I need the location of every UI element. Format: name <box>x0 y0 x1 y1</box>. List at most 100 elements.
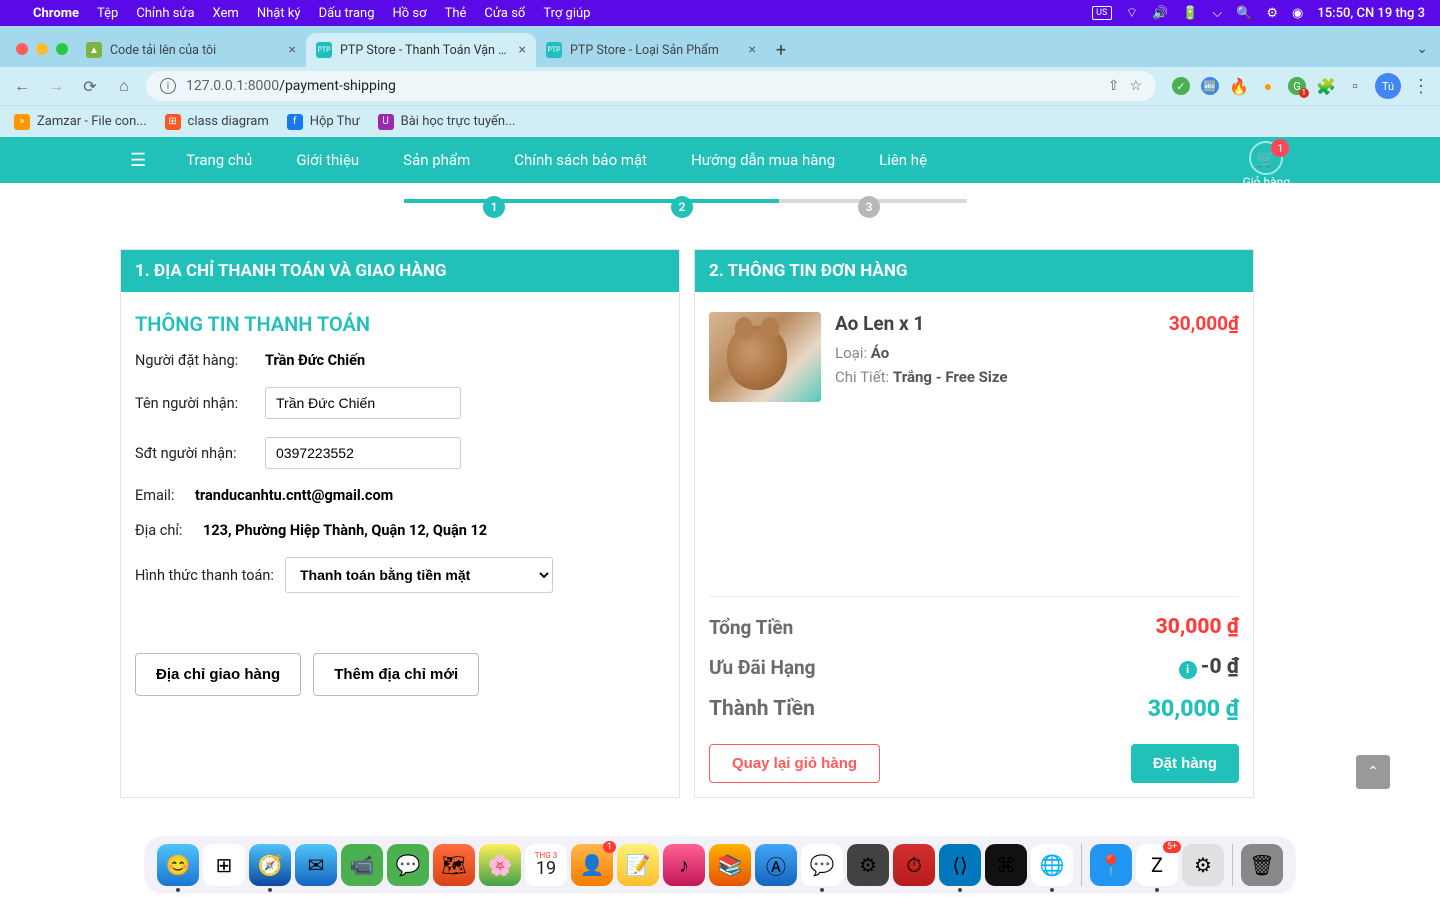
bookmark-star-icon[interactable]: ☆ <box>1129 78 1142 94</box>
menu-file[interactable]: Tệp <box>97 6 118 21</box>
nav-guide[interactable]: Hướng dẫn mua hàng <box>691 151 835 169</box>
extensions-menu-icon[interactable]: 🧩 <box>1317 77 1335 95</box>
close-tab-icon[interactable]: × <box>289 42 296 58</box>
type-label: Loại: <box>835 344 871 362</box>
finder-icon[interactable]: 😊 <box>157 844 199 886</box>
detail-label: Chi Tiết: <box>835 368 893 386</box>
minimize-window-icon[interactable] <box>36 43 48 55</box>
messages-icon[interactable]: 💬 <box>387 844 429 886</box>
scroll-top-button[interactable]: ⌃ <box>1356 755 1390 789</box>
close-tab-icon[interactable]: × <box>519 42 526 58</box>
extension-icon[interactable]: ● <box>1259 77 1277 95</box>
tab-favicon: ▲ <box>86 42 102 58</box>
siri-icon[interactable]: ◉ <box>1292 6 1303 21</box>
hamburger-icon[interactable]: ☰ <box>130 150 146 171</box>
translate-extension-icon[interactable]: 🔤 <box>1201 77 1219 95</box>
nav-home[interactable]: Trang chủ <box>186 151 252 169</box>
terminal-icon[interactable]: ⌘ <box>985 844 1027 886</box>
volume-icon[interactable]: 🔊 <box>1152 6 1168 21</box>
menu-history[interactable]: Nhật ký <box>257 6 301 21</box>
input-method-icon[interactable]: US <box>1092 6 1112 20</box>
back-button[interactable]: ← <box>10 76 34 96</box>
notes-icon[interactable]: 📝 <box>617 844 659 886</box>
app-name[interactable]: Chrome <box>33 6 79 21</box>
safari-icon[interactable]: 🧭 <box>249 844 291 886</box>
site-info-icon[interactable]: i <box>160 78 176 94</box>
menu-bookmarks[interactable]: Dấu trang <box>319 6 375 21</box>
appstore-icon[interactable]: Ⓐ <box>755 844 797 886</box>
nav-privacy[interactable]: Chính sách bảo mật <box>514 151 647 169</box>
new-tab-button[interactable]: + <box>766 35 796 65</box>
step-1: 1 <box>483 196 505 218</box>
extension-icon[interactable]: ✓ <box>1172 77 1190 95</box>
search-icon[interactable]: 🔍 <box>1236 6 1252 21</box>
chrome-menu-icon[interactable]: ⋮ <box>1412 76 1430 97</box>
app-icon[interactable]: ⏱ <box>893 844 935 886</box>
place-order-button[interactable]: Đặt hàng <box>1131 744 1239 783</box>
app-icon[interactable]: 📍 <box>1090 844 1132 886</box>
tab-2[interactable]: PTP PTP Store - Thanh Toán Vận Ch × <box>306 33 536 67</box>
detail-value: Trắng - Free Size <box>893 368 1008 386</box>
menu-help[interactable]: Trợ giúp <box>543 6 590 21</box>
profile-avatar[interactable]: Tú <box>1375 73 1401 99</box>
tab-search-icon[interactable]: ⌄ <box>1416 41 1428 57</box>
type-value: Áo <box>871 344 889 362</box>
nav-products[interactable]: Sản phẩm <box>403 151 470 169</box>
music-icon[interactable]: ♪ <box>663 844 705 886</box>
trash-icon[interactable]: 🗑 <box>1241 844 1283 886</box>
close-tab-icon[interactable]: × <box>749 42 756 58</box>
maps-icon[interactable]: 🗺 <box>433 844 475 886</box>
facetime-icon[interactable]: 📹 <box>341 844 383 886</box>
wifi-icon[interactable]: ⌵ <box>1212 6 1222 21</box>
control-center-icon[interactable]: ⚙ <box>1266 6 1278 21</box>
home-button[interactable]: ⌂ <box>112 76 136 96</box>
clock[interactable]: 15:50, CN 19 thg 3 <box>1317 6 1425 21</box>
menu-window[interactable]: Cửa sổ <box>484 6 525 21</box>
zalo-icon[interactable]: Z5+ <box>1136 844 1178 886</box>
add-address-button[interactable]: Thêm địa chỉ mới <box>313 653 479 696</box>
shipping-address-button[interactable]: Địa chỉ giao hàng <box>135 653 301 696</box>
cart-widget[interactable]: 🛒 1 Giỏ hàng <box>1243 141 1290 189</box>
calendar-icon[interactable]: THG 319 <box>525 844 567 886</box>
bookmark-item[interactable]: ⊞ class diagram <box>165 114 269 130</box>
vscode-icon[interactable]: ⟨⟩ <box>939 844 981 886</box>
close-window-icon[interactable] <box>16 43 28 55</box>
nav-about[interactable]: Giới thiệu <box>296 151 359 169</box>
phone-input[interactable] <box>265 437 461 469</box>
photos-icon[interactable]: 🌸 <box>479 844 521 886</box>
address-bar[interactable]: i 127.0.0.1:8000/payment-shipping ⇧ ☆ <box>146 71 1156 101</box>
side-panel-icon[interactable]: ▫ <box>1346 77 1364 95</box>
payment-method-select[interactable]: Thanh toán bằng tiền mặt <box>285 557 553 593</box>
bluetooth-icon[interactable]: ⌔ <box>1126 5 1138 21</box>
bookmark-item[interactable]: f Hộp Thư <box>287 114 360 130</box>
menu-edit[interactable]: Chỉnh sửa <box>136 6 194 21</box>
grammarly-extension-icon[interactable]: G <box>1288 77 1306 95</box>
menu-profile[interactable]: Hồ sơ <box>393 6 427 21</box>
total-value: 30,000 ₫ <box>1148 695 1239 722</box>
bookmark-item[interactable]: » Zamzar - File con... <box>14 114 147 130</box>
product-image <box>709 312 821 402</box>
info-icon[interactable]: i <box>1179 661 1197 679</box>
menu-view[interactable]: Xem <box>213 6 239 21</box>
menu-tab[interactable]: Thẻ <box>445 6 467 21</box>
tab-3[interactable]: PTP PTP Store - Loại Sản Phẩm × <box>536 33 766 67</box>
nav-contact[interactable]: Liên hệ <box>879 151 927 169</box>
reload-button[interactable]: ⟳ <box>78 77 102 96</box>
bookmark-item[interactable]: U Bài học trực tuyến... <box>378 114 516 130</box>
mail-icon[interactable]: ✉ <box>295 844 337 886</box>
maximize-window-icon[interactable] <box>56 43 68 55</box>
tab-1[interactable]: ▲ Code tải lên của tôi × <box>76 33 306 67</box>
back-to-cart-button[interactable]: Quay lại giỏ hàng <box>709 744 880 783</box>
extension-icon[interactable]: 🔥 <box>1230 77 1248 95</box>
share-icon[interactable]: ⇧ <box>1108 78 1120 94</box>
app-icon[interactable]: ⚙ <box>1182 844 1224 886</box>
forward-button[interactable]: → <box>44 76 68 96</box>
contacts-icon[interactable]: 👤1 <box>571 844 613 886</box>
books-icon[interactable]: 📚 <box>709 844 751 886</box>
launchpad-icon[interactable]: ⊞ <box>203 844 245 886</box>
messenger-icon[interactable]: 💬 <box>801 844 843 886</box>
settings-icon[interactable]: ⚙ <box>847 844 889 886</box>
chrome-icon[interactable]: 🌐 <box>1031 844 1073 886</box>
recipient-input[interactable] <box>265 387 461 419</box>
battery-icon[interactable]: 🔋 <box>1182 6 1198 21</box>
